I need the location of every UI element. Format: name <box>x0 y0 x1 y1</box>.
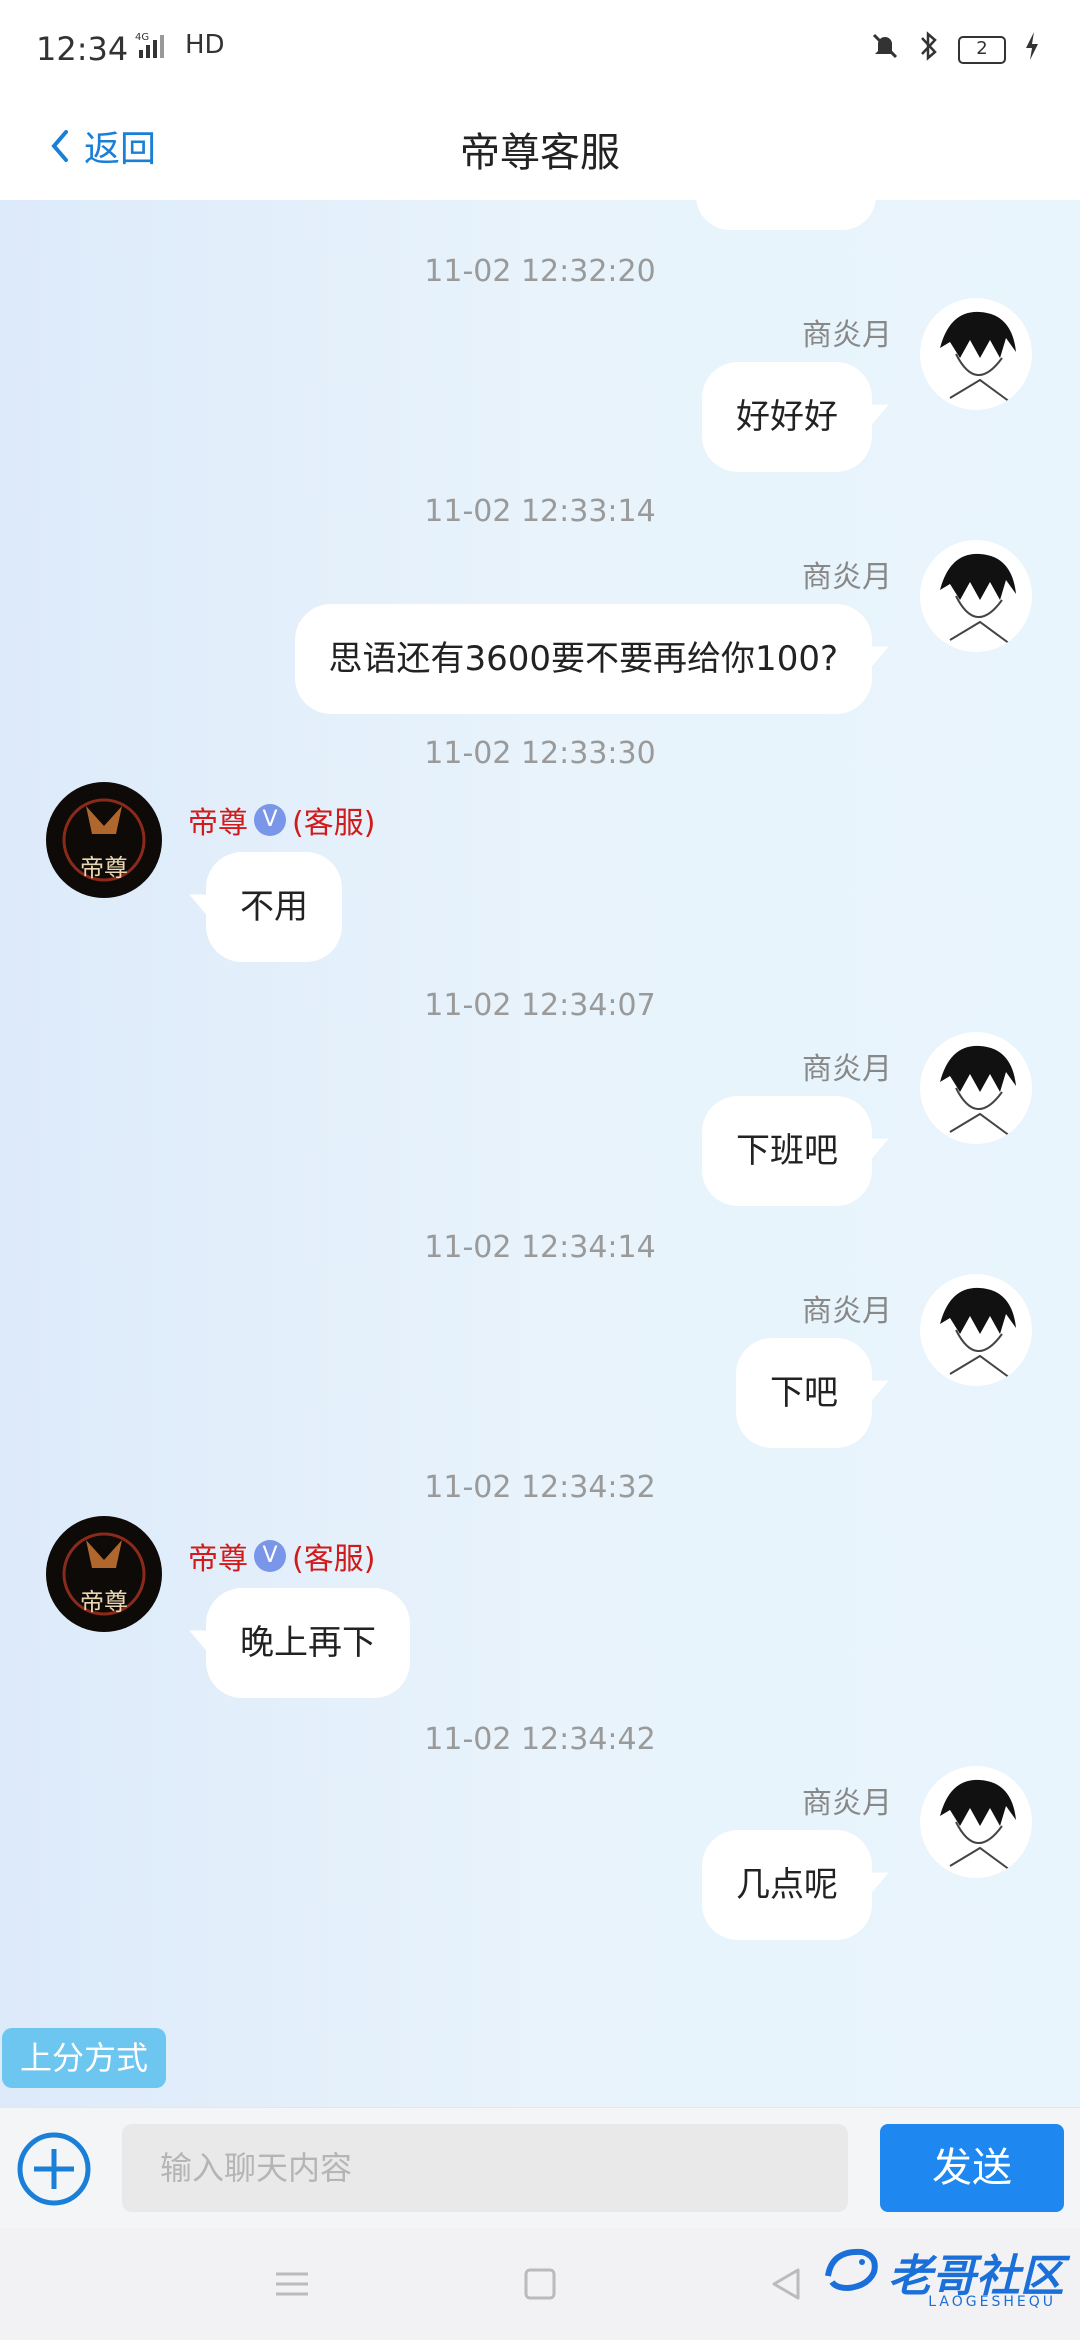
message-timestamp: 11-02 12:33:30 <box>424 736 656 771</box>
dragon-logo-icon <box>825 2248 878 2292</box>
charging-icon <box>1024 32 1040 67</box>
message-timestamp: 11-02 12:33:14 <box>424 494 656 529</box>
verified-badge-icon: V <box>254 804 286 836</box>
service-name-label: 帝尊 V (客服) <box>188 798 375 842</box>
system-nav-bar: 老哥社区 LAOGESHEQU <box>0 2228 1080 2340</box>
service-avatar[interactable]: 帝尊 <box>46 782 162 898</box>
chat-area[interactable]: 11-02 12:32:20 商炎月 好好好 11-02 12:33:14 商炎… <box>0 200 1080 2107</box>
message-bubble[interactable]: 晚上再下 <box>206 1588 410 1698</box>
page-title: 帝尊客服 <box>460 130 620 176</box>
nav-header: 返回 帝尊客服 <box>0 100 1080 201</box>
quick-action-button[interactable]: 上分方式 <box>2 2028 166 2088</box>
service-name: 帝尊 <box>188 806 248 841</box>
mute-bell-icon <box>870 31 900 68</box>
message-bubble[interactable]: 好好好 <box>702 362 872 472</box>
service-role: (客服) <box>292 1542 376 1577</box>
my-avatar[interactable] <box>920 1274 1032 1386</box>
sender-name: 商炎月 <box>802 1786 892 1821</box>
status-bar: 12:34 4G HD 2 <box>0 0 1080 100</box>
message-input[interactable] <box>122 2124 848 2212</box>
send-button[interactable]: 发送 <box>880 2124 1064 2212</box>
my-avatar[interactable] <box>920 298 1032 410</box>
input-bar: 发送 <box>0 2107 1080 2228</box>
message-bubble[interactable]: 不用 <box>206 852 342 962</box>
service-name: 帝尊 <box>188 1542 248 1577</box>
status-right: 2 <box>870 30 1040 69</box>
bluetooth-icon <box>918 30 940 69</box>
plus-button[interactable] <box>16 2131 92 2207</box>
my-avatar[interactable] <box>920 1766 1032 1878</box>
message-timestamp: 11-02 12:32:20 <box>424 254 656 289</box>
plus-circle-icon <box>17 2132 91 2206</box>
verified-badge-icon: V <box>254 1540 286 1572</box>
sender-name: 商炎月 <box>802 560 892 595</box>
watermark-subtitle: LAOGESHEQU <box>928 2294 1056 2310</box>
message-timestamp: 11-02 12:34:14 <box>424 1230 656 1265</box>
message-timestamp: 11-02 12:34:32 <box>424 1470 656 1505</box>
svg-text:帝尊: 帝尊 <box>80 1588 128 1616</box>
message-timestamp: 11-02 12:34:07 <box>424 988 656 1023</box>
hd-label: HD <box>185 30 225 60</box>
sender-name: 商炎月 <box>802 1294 892 1329</box>
home-nav-icon[interactable] <box>520 2264 560 2304</box>
service-role: (客服) <box>292 806 376 841</box>
sender-name: 商炎月 <box>802 1052 892 1087</box>
service-avatar[interactable]: 帝尊 <box>46 1516 162 1632</box>
message-bubble[interactable]: 下班吧 <box>702 1096 872 1206</box>
message-timestamp: 11-02 12:34:42 <box>424 1722 656 1757</box>
message-bubble[interactable]: 思语还有3600要不要再给你100? <box>294 604 872 714</box>
signal-icon: 4G <box>135 30 185 67</box>
message-bubble[interactable]: 下吧 <box>736 1338 872 1448</box>
menu-nav-icon[interactable] <box>272 2264 312 2304</box>
message-bubble[interactable]: 几点呢 <box>702 1830 872 1940</box>
partial-message-bubble <box>696 200 876 230</box>
back-nav-icon[interactable] <box>766 2264 806 2304</box>
status-time: 12:34 <box>36 30 129 68</box>
svg-text:4G: 4G <box>135 32 149 43</box>
my-avatar[interactable] <box>920 540 1032 652</box>
service-name-label: 帝尊 V (客服) <box>188 1534 375 1578</box>
svg-text:帝尊: 帝尊 <box>80 854 128 882</box>
my-avatar[interactable] <box>920 1032 1032 1144</box>
battery-icon: 2 <box>958 35 1006 64</box>
sender-name: 商炎月 <box>802 318 892 353</box>
